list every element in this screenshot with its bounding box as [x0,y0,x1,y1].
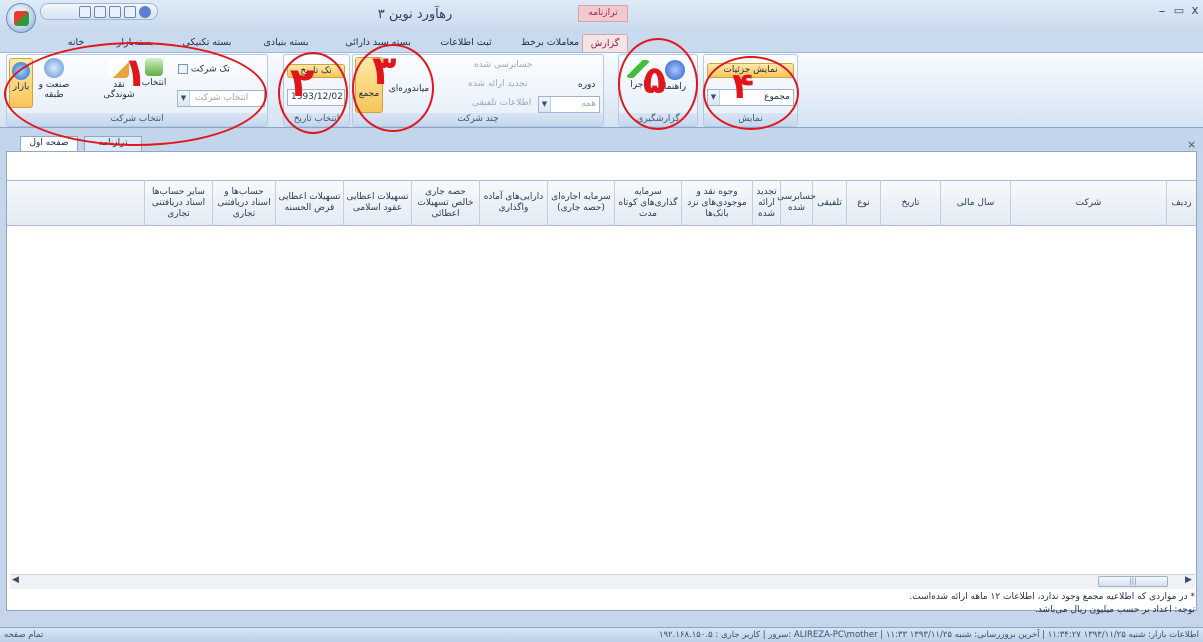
column-header[interactable]: سایر حساب‌ها اسناد دریافتنی تجاری [144,180,212,226]
help-label: راهنما [663,82,687,92]
chevron-down-icon: ▼ [539,97,551,112]
group-date-label: انتخاب تاریخ [284,113,349,126]
column-header[interactable]: شرکت [1010,180,1166,226]
scroll-left-icon[interactable]: ◀ [12,575,19,585]
display-mode-text: مجموع [764,92,790,102]
footnote-1: * در مواردی که اطلاعیه مجمع وجود ندارد، … [909,592,1195,602]
tab-fundamental[interactable]: بسته بنیادی [256,37,316,48]
tab-home[interactable]: خانه [58,37,94,48]
tab-first-page[interactable]: صفحه اول [20,136,78,151]
preview-icon[interactable] [109,6,121,18]
app-menu-button[interactable] [6,3,36,33]
app-logo-icon [14,11,29,26]
column-header[interactable]: تسهیلات اعطایی عقود اسلامی [343,180,411,226]
market-button[interactable]: بازار [9,58,33,108]
scroll-right-icon[interactable]: ▶ [1185,575,1192,585]
period-label: دوره [578,80,596,90]
tab-data-entry[interactable]: ثبت اطلاعات [436,37,496,48]
column-header[interactable]: سال مالی [940,180,1010,226]
save-icon[interactable] [79,6,91,18]
column-header[interactable]: ردیف [1166,180,1196,226]
column-header[interactable]: سرمایه گذاری‌های کوتاه مدت [614,180,681,226]
column-header[interactable]: دارایی‌های آماده واگذاری [479,180,547,226]
column-header[interactable]: وجوه نقد و موجودی‌های نزد بانک‌ها [681,180,752,226]
annotation-number-2: ۲ [290,60,315,106]
market-icon [12,62,30,80]
window-title: رهآورد نوین ۳ [377,7,453,22]
group-display-label: نمایش [704,113,797,126]
column-header[interactable]: حصه جاری خالص تسهیلات اعطائی [411,180,479,226]
column-header[interactable]: حسابرسی شده [777,180,816,226]
single-company-label: تک شرکت [190,64,230,75]
chevron-down-icon: ▼ [708,90,720,105]
tab-portfolio[interactable]: بسته سبد دارائی [336,37,420,48]
add-list-icon [145,58,163,76]
column-header[interactable]: تسهیلات اعطایی قرض الحسنه [275,180,343,226]
column-header[interactable]: تاریخ [880,180,940,226]
annotation-number-3: ۳ [372,48,397,94]
column-header[interactable]: سرمایه اجاره‌ای (حصه جاری) [547,180,614,226]
tab-market[interactable]: بسته‌بازار [112,37,158,48]
column-header[interactable]: تلفیقی [812,180,846,226]
help-icon [665,60,685,80]
tab-technical[interactable]: بسته تکنیکی [174,37,240,48]
quick-access-toolbar [40,3,158,20]
minimize-button[interactable]: – [1155,4,1169,19]
context-tab-header: ترازنامه [578,5,628,22]
document-tab-bar [0,128,1203,150]
maximize-button[interactable]: ▭ [1172,4,1186,17]
period-combo-text: همه [581,99,596,109]
print-icon[interactable] [94,6,106,18]
column-header[interactable]: حساب‌ها و اسناد دریافتنی تجاری [212,180,275,226]
industry-button[interactable]: صنعت و طبقه [37,58,71,110]
help-icon[interactable] [139,6,151,18]
footnote-2: توجه: اعداد بر حسب میلیون ریال می‌باشد. [1034,605,1195,615]
column-header[interactable]: تجدید ارائه شده [752,180,780,226]
industry-label: صنعت و طبقه [38,80,70,100]
market-label: بازار [12,82,30,92]
group-multi-company-label: چند شرکت [353,113,603,126]
consolidated-option[interactable]: اطلاعات تلفیقی [472,98,531,108]
excel-icon[interactable] [124,6,136,18]
audited-option[interactable]: حسابرسی شده [474,60,533,70]
fullscreen-toggle[interactable]: تمام صفحه [4,630,43,640]
annotation-number-5: ۵ [643,58,667,102]
company-combo-text: انتخاب شرکت [195,93,249,103]
annotation-number-4: ۴ [732,66,754,107]
tab-balance-sheet[interactable]: ترازنامه [84,136,142,151]
close-document-icon[interactable]: × [1187,138,1196,151]
chevron-down-icon: ▼ [178,91,190,106]
group-report-label: گزارشگیری [619,113,697,126]
close-button[interactable]: x [1188,3,1202,17]
column-header-empty [7,180,144,226]
scroll-thumb[interactable]: ||| [1098,576,1168,587]
group-company-label: انتخاب شرکت [7,113,267,126]
status-info: ۱۹۲.۱۶۸.۱۵۰.۵ : سرور | کاربر جاری: ALIRE… [658,630,1199,640]
company-combo[interactable]: ▼ انتخاب شرکت [177,90,265,107]
period-combo[interactable]: ▼ همه [538,96,600,113]
tab-report[interactable]: گزارش [582,34,628,53]
horizontal-scrollbar[interactable] [10,574,1195,589]
single-company-option[interactable]: تک شرکت [178,64,230,75]
restated-option[interactable]: تجدید ارائه شده [468,79,528,89]
annotation-number-1: ۱ [123,50,148,96]
document-icon [178,64,188,74]
tab-online-trading[interactable]: معاملات برخط [521,37,579,48]
gear-icon [44,58,64,78]
column-header[interactable]: نوع [846,180,880,226]
